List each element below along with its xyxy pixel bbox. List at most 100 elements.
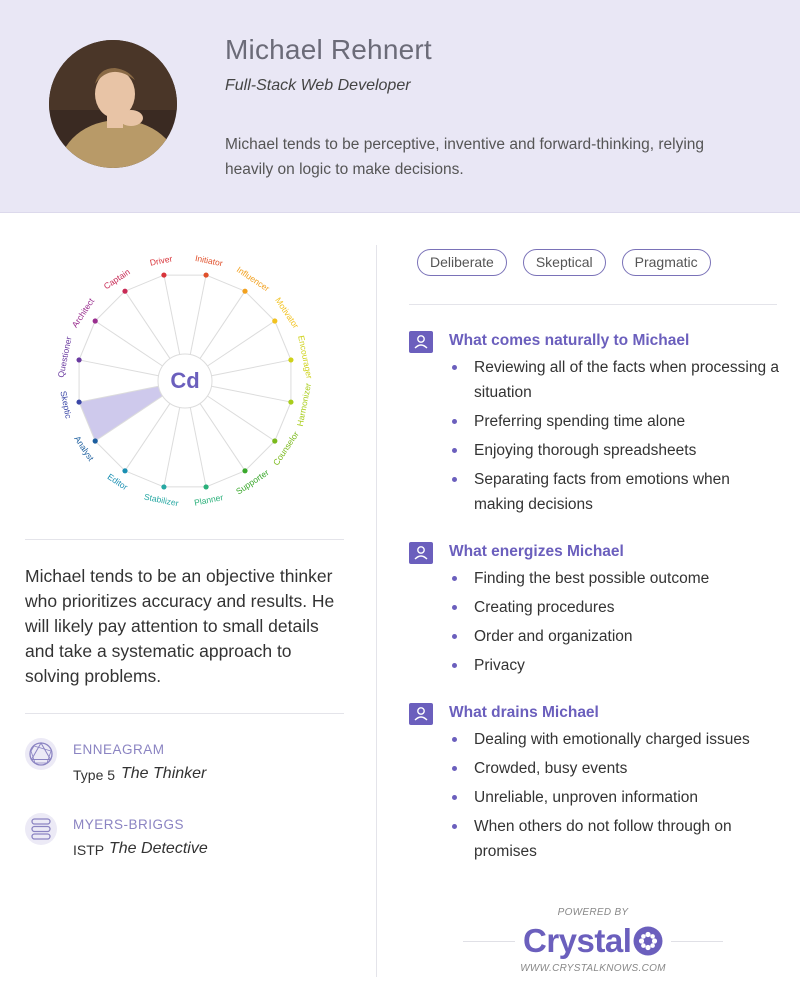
wheel-label-counselor: Counselor: [271, 429, 301, 467]
list-item: Preferring spending time alone: [449, 409, 779, 434]
wheel-spoke: [207, 320, 276, 367]
disc-wheel: Initiator Influencer Motivator Encourager Ha…: [55, 252, 315, 512]
crystal-logo-text[interactable]: Crystal: [523, 922, 632, 960]
list-item: Unreliable, unproven information: [449, 785, 779, 810]
list-item: Reviewing all of the facts when processi…: [449, 355, 779, 405]
disc-wheel-graphic: InitiatorInfluencerMotivatorEncouragerHa…: [56, 253, 315, 509]
section-title: What drains Michael: [449, 704, 599, 721]
trait-tag: Deliberate: [417, 249, 507, 276]
wheel-label-driver: Driver: [149, 253, 173, 267]
wheel-vertex-marker: [203, 484, 209, 490]
enneagram-label: ENNEAGRAM: [73, 742, 165, 757]
list-item: Privacy: [449, 653, 779, 678]
list-item: Dealing with emotionally charged issues: [449, 727, 779, 752]
wheel-label-motivator: Motivator: [273, 295, 301, 330]
brand-line-left: [463, 941, 515, 942]
wheel-label-architect: Architect: [70, 296, 97, 330]
wheel-vertex-marker: [161, 272, 167, 278]
wheel-label-encourager: Encourager: [296, 335, 314, 380]
wheel-edge: [274, 320, 292, 361]
wheel-label-skeptic: Skeptic: [58, 390, 73, 420]
wheel-vertex-marker: [272, 438, 278, 444]
wheel-vertex-marker: [161, 484, 167, 490]
wheel-vertex-marker: [92, 438, 98, 444]
brand-line-right: [671, 941, 723, 942]
enneagram-code: Type 5: [73, 767, 116, 783]
wheel-vertex-marker: [288, 399, 294, 405]
section-title: What comes naturally to Michael: [449, 332, 690, 349]
wheel-edge: [124, 274, 165, 292]
left-divider-bottom: [25, 713, 344, 714]
wheel-vertex-marker: [288, 357, 294, 363]
wheel-spoke: [189, 407, 207, 488]
person-icon: [409, 542, 433, 564]
enneagram-name: The Thinker: [121, 765, 207, 782]
wheel-center-label: Cd: [170, 368, 199, 393]
section-list: Finding the best possible outcome Creati…: [449, 566, 779, 682]
wheel-vertex-marker: [76, 357, 82, 363]
profile-summary: Michael tends to be perceptive, inventiv…: [225, 136, 705, 178]
wheel-spoke: [163, 274, 181, 355]
wheel-edge: [244, 440, 276, 472]
wheel-spoke: [124, 290, 171, 359]
right-divider: [409, 304, 777, 305]
list-item: Separating facts from emotions when maki…: [449, 467, 779, 517]
wheel-edge: [94, 440, 126, 472]
list-item: Finding the best possible outcome: [449, 566, 779, 591]
wheel-label-initiator: Initiator: [194, 253, 223, 268]
crystal-footer: POWERED BY Crystal WWW.CRYSTALKNOWS.COM: [463, 905, 723, 980]
list-item: Order and organization: [449, 624, 779, 649]
wheel-spoke: [211, 359, 292, 377]
profile-title: Full-Stack Web Developer: [225, 77, 411, 94]
wheel-spoke: [163, 407, 181, 488]
wheel-label-harmonizer: Harmonizer: [295, 382, 313, 427]
myers-briggs-name: The Detective: [109, 840, 208, 857]
wheel-label-supporter: Supporter: [234, 467, 271, 496]
wheel-vertex-marker: [272, 318, 278, 324]
section-list: Dealing with emotionally charged issues …: [449, 727, 779, 868]
trait-tags: Deliberate Skeptical Pragmatic: [417, 249, 711, 276]
wheel-vertex-marker: [76, 399, 82, 405]
profile-avatar: [49, 40, 177, 168]
wheel-vertex-marker: [122, 288, 128, 294]
wheel-spoke: [94, 320, 163, 367]
wheel-label-analyst: Analyst: [72, 434, 96, 463]
wheel-edge: [78, 320, 96, 361]
wheel-spoke: [207, 395, 276, 442]
wheel-edge: [94, 290, 126, 322]
wheel-label-stabilizer: Stabilizer: [143, 492, 179, 509]
list-item: When others do not follow through on pro…: [449, 814, 779, 864]
person-icon: [409, 703, 433, 725]
wheel-spoke: [78, 359, 159, 377]
myers-briggs-block: MYERS-BRIGGS ISTP The Detective: [25, 813, 345, 873]
profile-name: Michael Rehnert: [225, 34, 432, 65]
list-item: Enjoying thorough spreadsheets: [449, 438, 779, 463]
person-icon: [409, 331, 433, 353]
wheel-spoke: [199, 403, 246, 472]
wheel-spoke: [189, 274, 207, 355]
powered-by-label: POWERED BY: [557, 907, 629, 918]
enneagram-block: ENNEAGRAM Type 5 The Thinker: [25, 738, 345, 798]
section-list: Reviewing all of the facts when processi…: [449, 355, 779, 521]
profile-header: Michael Rehnert Full-Stack Web Developer…: [0, 0, 800, 213]
wheel-label-editor: Editor: [106, 471, 130, 492]
wheel-edge: [244, 290, 276, 322]
crystal-logo-icon[interactable]: [633, 926, 663, 956]
list-item: Crowded, busy events: [449, 756, 779, 781]
enneagram-icon: [25, 738, 57, 770]
myers-briggs-label: MYERS-BRIGGS: [73, 817, 185, 832]
trait-tag: Skeptical: [522, 249, 606, 276]
wheel-vertex-marker: [203, 272, 209, 278]
wheel-spoke: [211, 385, 292, 403]
personality-description: Michael tends to be an objective thinker…: [25, 566, 335, 686]
list-item: Creating procedures: [449, 595, 779, 620]
wheel-vertex-marker: [242, 288, 248, 294]
wheel-label-questioner: Questioner: [56, 336, 74, 379]
wheel-vertex-marker: [242, 468, 248, 474]
left-divider-top: [25, 539, 344, 540]
crystal-url[interactable]: WWW.CRYSTALKNOWS.COM: [463, 963, 723, 974]
column-divider: [376, 245, 377, 977]
brand-row: Crystal: [463, 922, 723, 960]
myers-briggs-code: ISTP: [73, 842, 105, 858]
wheel-edge: [124, 470, 165, 488]
